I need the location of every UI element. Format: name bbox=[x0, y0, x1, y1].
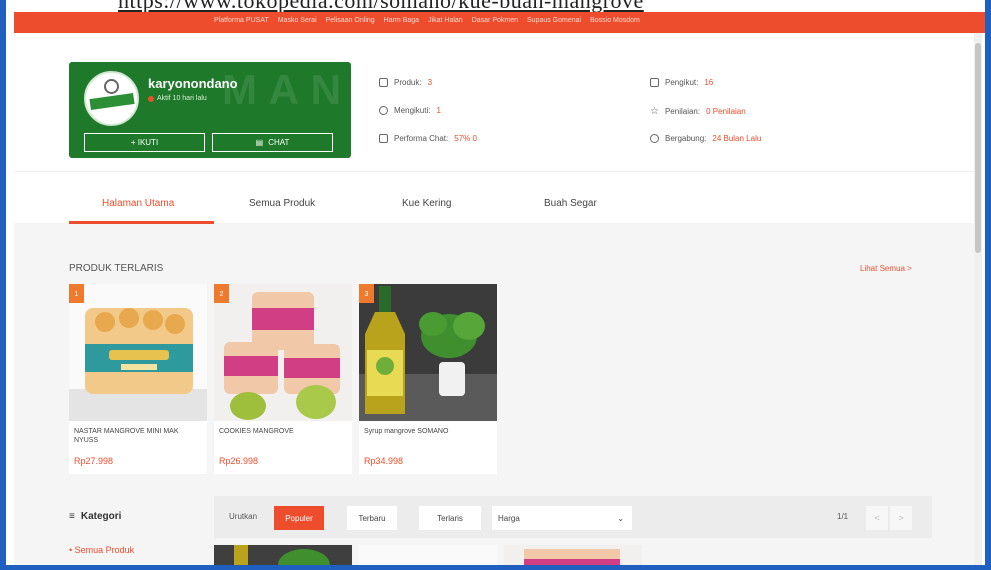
section-title: PRODUK TERLARIS bbox=[69, 263, 164, 274]
cookie-jar-image bbox=[69, 284, 207, 421]
cookie-jars-image bbox=[214, 284, 352, 421]
product-name[interactable]: Syrup mangrove SOMANO bbox=[364, 427, 494, 436]
product-name[interactable]: COOKIES MANGROVE bbox=[219, 427, 349, 436]
top-nav-link[interactable]: Supaus Gomenai bbox=[527, 17, 581, 24]
shop-page: M A N karyonondano Aktif 10 hari lalu + … bbox=[14, 33, 976, 570]
logo-emblem-icon bbox=[104, 79, 119, 94]
category-heading: ≡ Kategori bbox=[69, 511, 121, 522]
next-page-button[interactable]: > bbox=[890, 506, 912, 530]
shop-header: M A N karyonondano Aktif 10 hari lalu + … bbox=[14, 33, 976, 171]
shop-avatar[interactable] bbox=[84, 71, 139, 126]
rank-badge: 1 bbox=[69, 284, 84, 303]
stat-label: Bergabung: bbox=[665, 134, 707, 143]
product-price: Rp27.998 bbox=[74, 456, 114, 466]
top-nav-links: Platforma PUSAT Masko Serai Pelisaan Onl… bbox=[214, 17, 640, 24]
prev-page-button[interactable]: < bbox=[866, 506, 888, 530]
stat-value: 1 bbox=[436, 106, 441, 115]
stat-label: Produk: bbox=[394, 78, 422, 87]
frame-border-bottom bbox=[0, 565, 991, 570]
shop-tabs: Halaman Utama Semua Produk Kue Kering Bu… bbox=[14, 171, 976, 224]
see-all-link[interactable]: Lihat Semua > bbox=[860, 264, 912, 273]
product-image[interactable]: 3 bbox=[359, 284, 497, 421]
tab-all-products[interactable]: Semua Produk bbox=[249, 198, 315, 209]
product-image[interactable]: 1 bbox=[69, 284, 207, 421]
rank-badge: 3 bbox=[359, 284, 374, 303]
stat-value: 24 Bulan Lalu bbox=[712, 134, 762, 143]
chat-bubble-icon bbox=[379, 134, 388, 143]
sort-bar: Urutkan Populer Terbaru Terlaris Harga ⌄… bbox=[214, 496, 932, 538]
url-caption-strip: https://www.tokopedia.com/somano/kue-bua… bbox=[0, 0, 991, 12]
sort-bestseller-button[interactable]: Terlaris bbox=[419, 506, 481, 530]
stat-value: 16 bbox=[704, 78, 714, 87]
product-card[interactable]: 1 NASTAR MANGROVE MINI MAK NYUSS Rp27.99… bbox=[69, 284, 207, 474]
status-dot-icon bbox=[148, 95, 154, 102]
product-price: Rp26.998 bbox=[219, 456, 259, 466]
shop-card-watermark: M A N bbox=[222, 66, 341, 113]
scrollbar-thumb[interactable] bbox=[975, 43, 981, 253]
chevron-down-icon: ⌄ bbox=[617, 513, 624, 523]
tab-fresh-fruit[interactable]: Buah Segar bbox=[544, 198, 597, 209]
list-icon: ≡ bbox=[69, 511, 75, 522]
sort-popular-button[interactable]: Populer bbox=[274, 506, 324, 530]
user-icon bbox=[650, 134, 659, 143]
stat-following: Mengikuti: 1 bbox=[379, 106, 441, 115]
star-icon: ☆ bbox=[650, 106, 659, 117]
syrup-bottle-image bbox=[359, 284, 497, 421]
stat-label: Penilaian: bbox=[664, 107, 701, 116]
price-sort-select[interactable]: Harga ⌄ bbox=[492, 506, 632, 530]
tab-cookies[interactable]: Kue Kering bbox=[402, 198, 451, 209]
stat-followers: Pengikut: 16 bbox=[650, 78, 713, 87]
product-name[interactable]: NASTAR MANGROVE MINI MAK NYUSS bbox=[74, 427, 204, 445]
top-nav-link[interactable]: Pelisaan Onling bbox=[326, 17, 375, 24]
top-nav-link[interactable]: Bossio Mosdom bbox=[590, 17, 640, 24]
page-scrollbar[interactable] bbox=[974, 33, 982, 570]
product-image[interactable]: 2 bbox=[214, 284, 352, 421]
top-nav-link[interactable]: Jikat Halan bbox=[428, 17, 463, 24]
store-icon bbox=[379, 78, 388, 87]
follow-button[interactable]: + IKUTI bbox=[84, 133, 205, 152]
shop-active-text: Aktif 10 hari lalu bbox=[157, 95, 207, 102]
stat-products: Produk: 3 bbox=[379, 78, 432, 87]
stat-value: 3 bbox=[427, 78, 433, 87]
stat-value: 0 Penilaian bbox=[706, 107, 746, 116]
chat-button-label: CHAT bbox=[268, 138, 290, 147]
product-card[interactable]: 3 Syrup mangrove SOMANO Rp34.998 bbox=[359, 284, 497, 474]
top-nav-link[interactable]: Dasar Pokmen bbox=[472, 17, 518, 24]
top-navigation-bar: Platforma PUSAT Masko Serai Pelisaan Onl… bbox=[14, 12, 986, 33]
stat-value: 57% 0 bbox=[454, 134, 477, 143]
top-nav-link[interactable]: Platforma PUSAT bbox=[214, 17, 269, 24]
sort-label: Urutkan bbox=[229, 512, 258, 521]
follow-button-label: + IKUTI bbox=[130, 138, 159, 147]
frame-border-left bbox=[0, 0, 6, 570]
stat-label: Mengikuti: bbox=[394, 106, 431, 115]
stat-joined: Bergabung: 24 Bulan Lalu bbox=[650, 134, 761, 143]
stat-label: Pengikut: bbox=[665, 78, 699, 87]
url-caption: https://www.tokopedia.com/somano/kue-bua… bbox=[118, 0, 644, 12]
price-sort-label: Harga bbox=[498, 513, 520, 523]
followers-icon bbox=[650, 78, 659, 87]
product-card[interactable]: 2 COOKIES MANGROVE Rp26.998 bbox=[214, 284, 352, 474]
sort-newest-button[interactable]: Terbaru bbox=[347, 506, 397, 530]
frame-border-right bbox=[985, 0, 991, 570]
active-tab-indicator bbox=[69, 221, 214, 224]
chat-icon: ▤ bbox=[255, 138, 264, 147]
tab-home[interactable]: Halaman Utama bbox=[102, 198, 174, 209]
rank-badge: 2 bbox=[214, 284, 229, 303]
stat-chat-performance: Performa Chat: 57% 0 bbox=[379, 134, 477, 143]
chat-button[interactable]: ▤ CHAT bbox=[212, 133, 333, 152]
page-indicator: 1/1 bbox=[837, 512, 849, 521]
screenshot-frame: https://www.tokopedia.com/somano/kue-bua… bbox=[0, 0, 991, 570]
top-nav-link[interactable]: Harm Baga bbox=[384, 17, 419, 24]
category-all-products[interactable]: • Semua Produk bbox=[69, 545, 134, 555]
product-price: Rp34.998 bbox=[364, 456, 404, 466]
category-title: Kategori bbox=[80, 511, 122, 522]
shop-card: M A N karyonondano Aktif 10 hari lalu + … bbox=[69, 62, 351, 158]
stat-label: Performa Chat: bbox=[394, 134, 449, 143]
logo-ribbon-icon bbox=[89, 92, 135, 111]
shop-name: karyonondano bbox=[148, 76, 238, 91]
stat-rating: ☆ Penilaian: 0 Penilaian bbox=[650, 106, 746, 117]
top-nav-link[interactable]: Masko Serai bbox=[278, 17, 317, 24]
shop-active-status: Aktif 10 hari lalu bbox=[148, 95, 207, 102]
user-icon bbox=[379, 106, 388, 115]
